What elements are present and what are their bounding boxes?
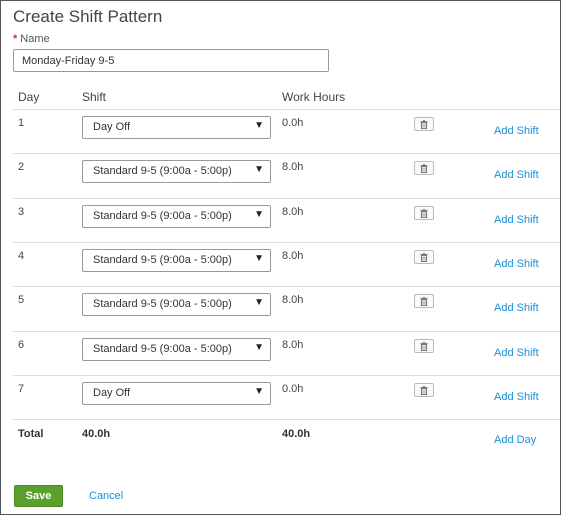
shift-select-value: Standard 9-5 (9:00a - 5:00p) [93, 343, 232, 355]
name-label-text: Name [20, 33, 50, 45]
save-button[interactable]: Save [14, 485, 63, 507]
shift-select-value: Day Off [93, 121, 131, 133]
dropdown-caret-icon: ▼ [254, 297, 264, 308]
add-shift-link[interactable]: Add Shift [494, 125, 539, 137]
dropdown-caret-icon: ▼ [254, 120, 264, 131]
add-shift-link[interactable]: Add Shift [494, 169, 539, 181]
row-divider [13, 286, 560, 287]
table-row: 6 Standard 9-5 (9:00a - 5:00p) ▼ 8.0h Add Sh… [1, 333, 561, 377]
create-shift-pattern-dialog: Create Shift Pattern *Name Day Shift Wor… [0, 0, 561, 515]
row-divider [13, 153, 560, 154]
work-hours-value: 8.0h [282, 161, 304, 173]
table-row: 2 Standard 9-5 (9:00a - 5:00p) ▼ 8.0h Add Sh… [1, 155, 561, 199]
shift-select[interactable]: Standard 9-5 (9:00a - 5:00p) ▼ [82, 205, 271, 228]
table-row: 3 Standard 9-5 (9:00a - 5:00p) ▼ 8.0h Add Sh… [1, 200, 561, 244]
trash-icon [420, 208, 428, 218]
delete-shift-button[interactable] [414, 294, 434, 308]
day-number: 6 [18, 339, 25, 351]
dropdown-caret-icon: ▼ [254, 164, 264, 175]
add-day-link[interactable]: Add Day [494, 434, 536, 446]
table-row: 5 Standard 9-5 (9:00a - 5:00p) ▼ 8.0h Add Sh… [1, 288, 561, 332]
table-row: 7 Day Off ▼ 0.0h Add Shift [1, 377, 561, 421]
trash-icon [420, 296, 428, 306]
column-header-work-hours: Work Hours [282, 90, 346, 104]
table-row: 4 Standard 9-5 (9:00a - 5:00p) ▼ 8.0h Add Sh… [1, 244, 561, 288]
delete-shift-button[interactable] [414, 383, 434, 397]
work-hours-value: 8.0h [282, 206, 304, 218]
shift-select[interactable]: Standard 9-5 (9:00a - 5:00p) ▼ [82, 249, 271, 272]
header-divider [13, 109, 560, 110]
dropdown-caret-icon: ▼ [254, 253, 264, 264]
add-shift-link[interactable]: Add Shift [494, 347, 539, 359]
dropdown-caret-icon: ▼ [254, 342, 264, 353]
shift-select-value: Standard 9-5 (9:00a - 5:00p) [93, 165, 232, 177]
total-shift-hours: 40.0h [82, 428, 111, 440]
trash-icon [420, 252, 428, 262]
day-number: 4 [18, 250, 25, 262]
shift-select-value: Day Off [93, 387, 131, 399]
page-title: Create Shift Pattern [13, 7, 163, 26]
row-divider [13, 198, 560, 199]
dropdown-caret-icon: ▼ [254, 386, 264, 397]
dropdown-caret-icon: ▼ [254, 209, 264, 220]
total-work-hours: 40.0h [282, 428, 311, 440]
name-field-label: * Name [13, 33, 50, 45]
trash-icon [420, 385, 428, 395]
work-hours-value: 8.0h [282, 294, 304, 306]
work-hours-value: 0.0h [282, 117, 304, 129]
delete-shift-button[interactable] [414, 250, 434, 264]
shift-select-value: Standard 9-5 (9:00a - 5:00p) [93, 210, 232, 222]
shift-select[interactable]: Day Off ▼ [82, 382, 271, 405]
shift-select[interactable]: Standard 9-5 (9:00a - 5:00p) ▼ [82, 160, 271, 183]
shift-select[interactable]: Day Off ▼ [82, 116, 271, 139]
add-shift-link[interactable]: Add Shift [494, 302, 539, 314]
trash-icon [420, 163, 428, 173]
add-shift-link[interactable]: Add Shift [494, 258, 539, 270]
add-shift-link[interactable]: Add Shift [494, 391, 539, 403]
add-shift-link[interactable]: Add Shift [494, 214, 539, 226]
row-divider [13, 375, 560, 376]
work-hours-value: 8.0h [282, 250, 304, 262]
delete-shift-button[interactable] [414, 206, 434, 220]
required-marker: * [13, 33, 18, 45]
trash-icon [420, 341, 428, 351]
row-divider [13, 242, 560, 243]
column-header-day: Day [18, 90, 40, 104]
work-hours-value: 8.0h [282, 339, 304, 351]
name-input[interactable] [13, 49, 329, 72]
row-divider [13, 331, 560, 332]
day-number: 2 [18, 161, 25, 173]
delete-shift-button[interactable] [414, 161, 434, 175]
shift-select[interactable]: Standard 9-5 (9:00a - 5:00p) ▼ [82, 338, 271, 361]
cancel-link[interactable]: Cancel [89, 490, 123, 502]
shift-select-value: Standard 9-5 (9:00a - 5:00p) [93, 254, 232, 266]
day-number: 3 [18, 206, 25, 218]
trash-icon [420, 119, 428, 129]
day-number: 1 [18, 117, 25, 129]
total-label: Total [18, 428, 44, 440]
work-hours-value: 0.0h [282, 383, 304, 395]
shift-select[interactable]: Standard 9-5 (9:00a - 5:00p) ▼ [82, 293, 271, 316]
shift-select-value: Standard 9-5 (9:00a - 5:00p) [93, 298, 232, 310]
total-divider [13, 419, 560, 420]
delete-shift-button[interactable] [414, 117, 434, 131]
column-header-shift: Shift [82, 90, 107, 104]
delete-shift-button[interactable] [414, 339, 434, 353]
table-row: 1 Day Off ▼ 0.0h Add Shift [1, 111, 561, 155]
day-number: 7 [18, 383, 25, 395]
day-number: 5 [18, 294, 25, 306]
